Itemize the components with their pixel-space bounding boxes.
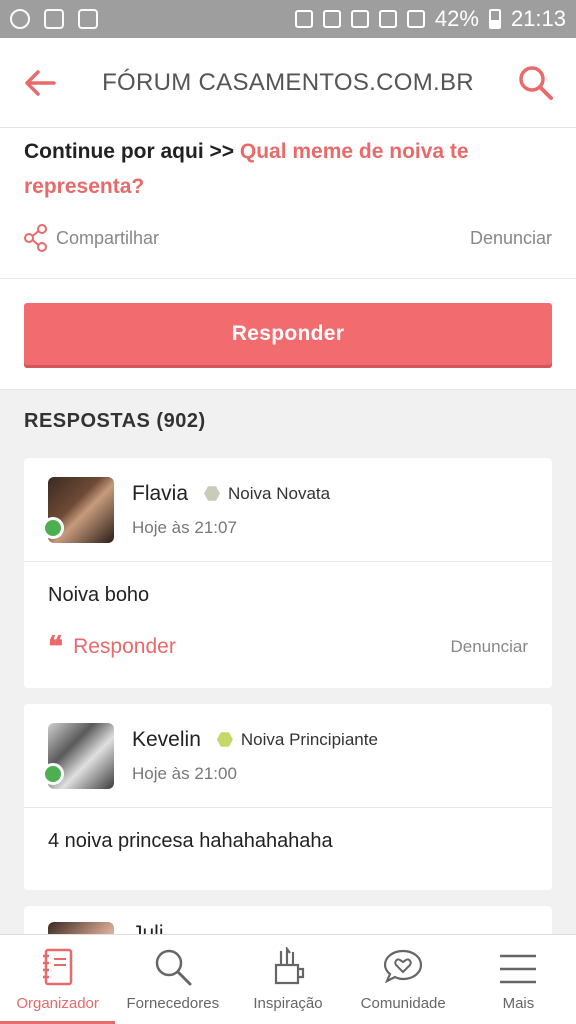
answers-title: RESPOSTAS (902) [24,410,206,432]
answer-message: 4 noiva princesa hahahahahaha [48,830,333,852]
mute-icon [294,10,313,28]
user-name[interactable]: Flavia [132,482,188,506]
signal-icon [406,10,425,28]
answer-message: Noiva boho [48,584,150,606]
battery-icon [488,9,501,29]
notebook-icon [42,948,72,986]
app-header: FÓRUM CASAMENTOS.COM.BR [0,38,576,128]
reply-button[interactable]: Responder [24,303,552,365]
answer-report-link[interactable]: Denunciar [451,637,529,657]
answer-actions: ❝ Responder Denunciar [48,633,528,661]
nav-label: Inspiração [253,995,323,1012]
search-icon [519,65,553,100]
report-link[interactable]: Denunciar [470,228,552,249]
rank-badge-icon [216,732,233,747]
outlook-icon [78,9,98,29]
nav-label: Organizador [16,995,99,1012]
answer-header: Kevelin Noiva Principiante Hoje às 21:00 [24,704,552,808]
status-bar: 42% 21:13 [0,0,576,38]
bottom-nav: Organizador Fornecedores Inspiração Comu… [0,934,576,1024]
nav-inspiracao[interactable]: Inspiração [230,935,345,1024]
online-indicator [42,516,64,539]
nav-organizador[interactable]: Organizador [0,935,116,1024]
post-actions: Compartilhar Denunciar [24,224,552,252]
alarm-icon [322,10,341,28]
nav-fornecedores[interactable]: Fornecedores [115,935,230,1024]
nav-label: Fornecedores [126,995,220,1012]
nav-comunidade[interactable]: Comunidade [346,935,461,1024]
sim-icon [378,10,397,28]
nav-mais[interactable]: Mais [461,935,576,1024]
answer-header: Flavia Noiva Novata Hoje às 21:07 [24,458,552,562]
search-icon [155,949,192,986]
user-name[interactable]: Kevelin [132,728,201,752]
back-button[interactable] [0,38,80,128]
answer-card: Kevelin Noiva Principiante Hoje às 21:00… [24,704,552,890]
arrow-left-icon [25,69,56,96]
clock: 21:13 [510,6,566,31]
user-rank: Noiva Novata [228,483,331,503]
page-title: FÓRUM CASAMENTOS.COM.BR [102,68,474,96]
heart-chat-icon [384,949,423,984]
nav-label: Mais [502,995,535,1012]
post-text: Continue por aqui >> Qual meme de noiva … [24,134,552,204]
post-prefix: Continue por aqui >> [24,140,240,163]
user-info: Kevelin Noiva Principiante Hoje às 21:00 [132,728,378,784]
menu-icon [500,954,537,984]
brushes-cup-icon [274,947,305,985]
battery-percent: 42% [434,6,479,31]
post-time: Hoje às 21:07 [132,517,237,537]
wifi-icon [350,10,369,28]
search-button[interactable] [496,38,576,128]
post-section: Continue por aqui >> Qual meme de noiva … [0,128,576,278]
user-rank: Noiva Principiante [240,729,378,749]
answer-reply-link[interactable]: Responder [73,635,176,659]
avatar[interactable] [42,476,114,543]
rank-badge-icon [204,486,221,501]
online-indicator [42,762,64,785]
avatar[interactable] [42,722,114,789]
reply-section: Responder [0,278,576,390]
user-info: Flavia Noiva Novata Hoje às 21:07 [132,482,330,538]
post-time: Hoje às 21:00 [132,763,237,783]
nav-label: Comunidade [360,995,446,1012]
share-label: Compartilhar [56,227,160,248]
answer-card: Flavia Noiva Novata Hoje às 21:07 Noiva … [24,458,552,688]
answer-body: Noiva boho ❝ Responder Denunciar [24,562,552,661]
answer-body: 4 noiva princesa hahahahahaha [24,808,552,853]
quote-icon: ❝ [48,630,64,663]
share-icon [24,224,47,252]
share-button[interactable]: Compartilhar [24,224,159,252]
whatsapp-icon [10,9,30,29]
gallery-icon [44,9,64,29]
